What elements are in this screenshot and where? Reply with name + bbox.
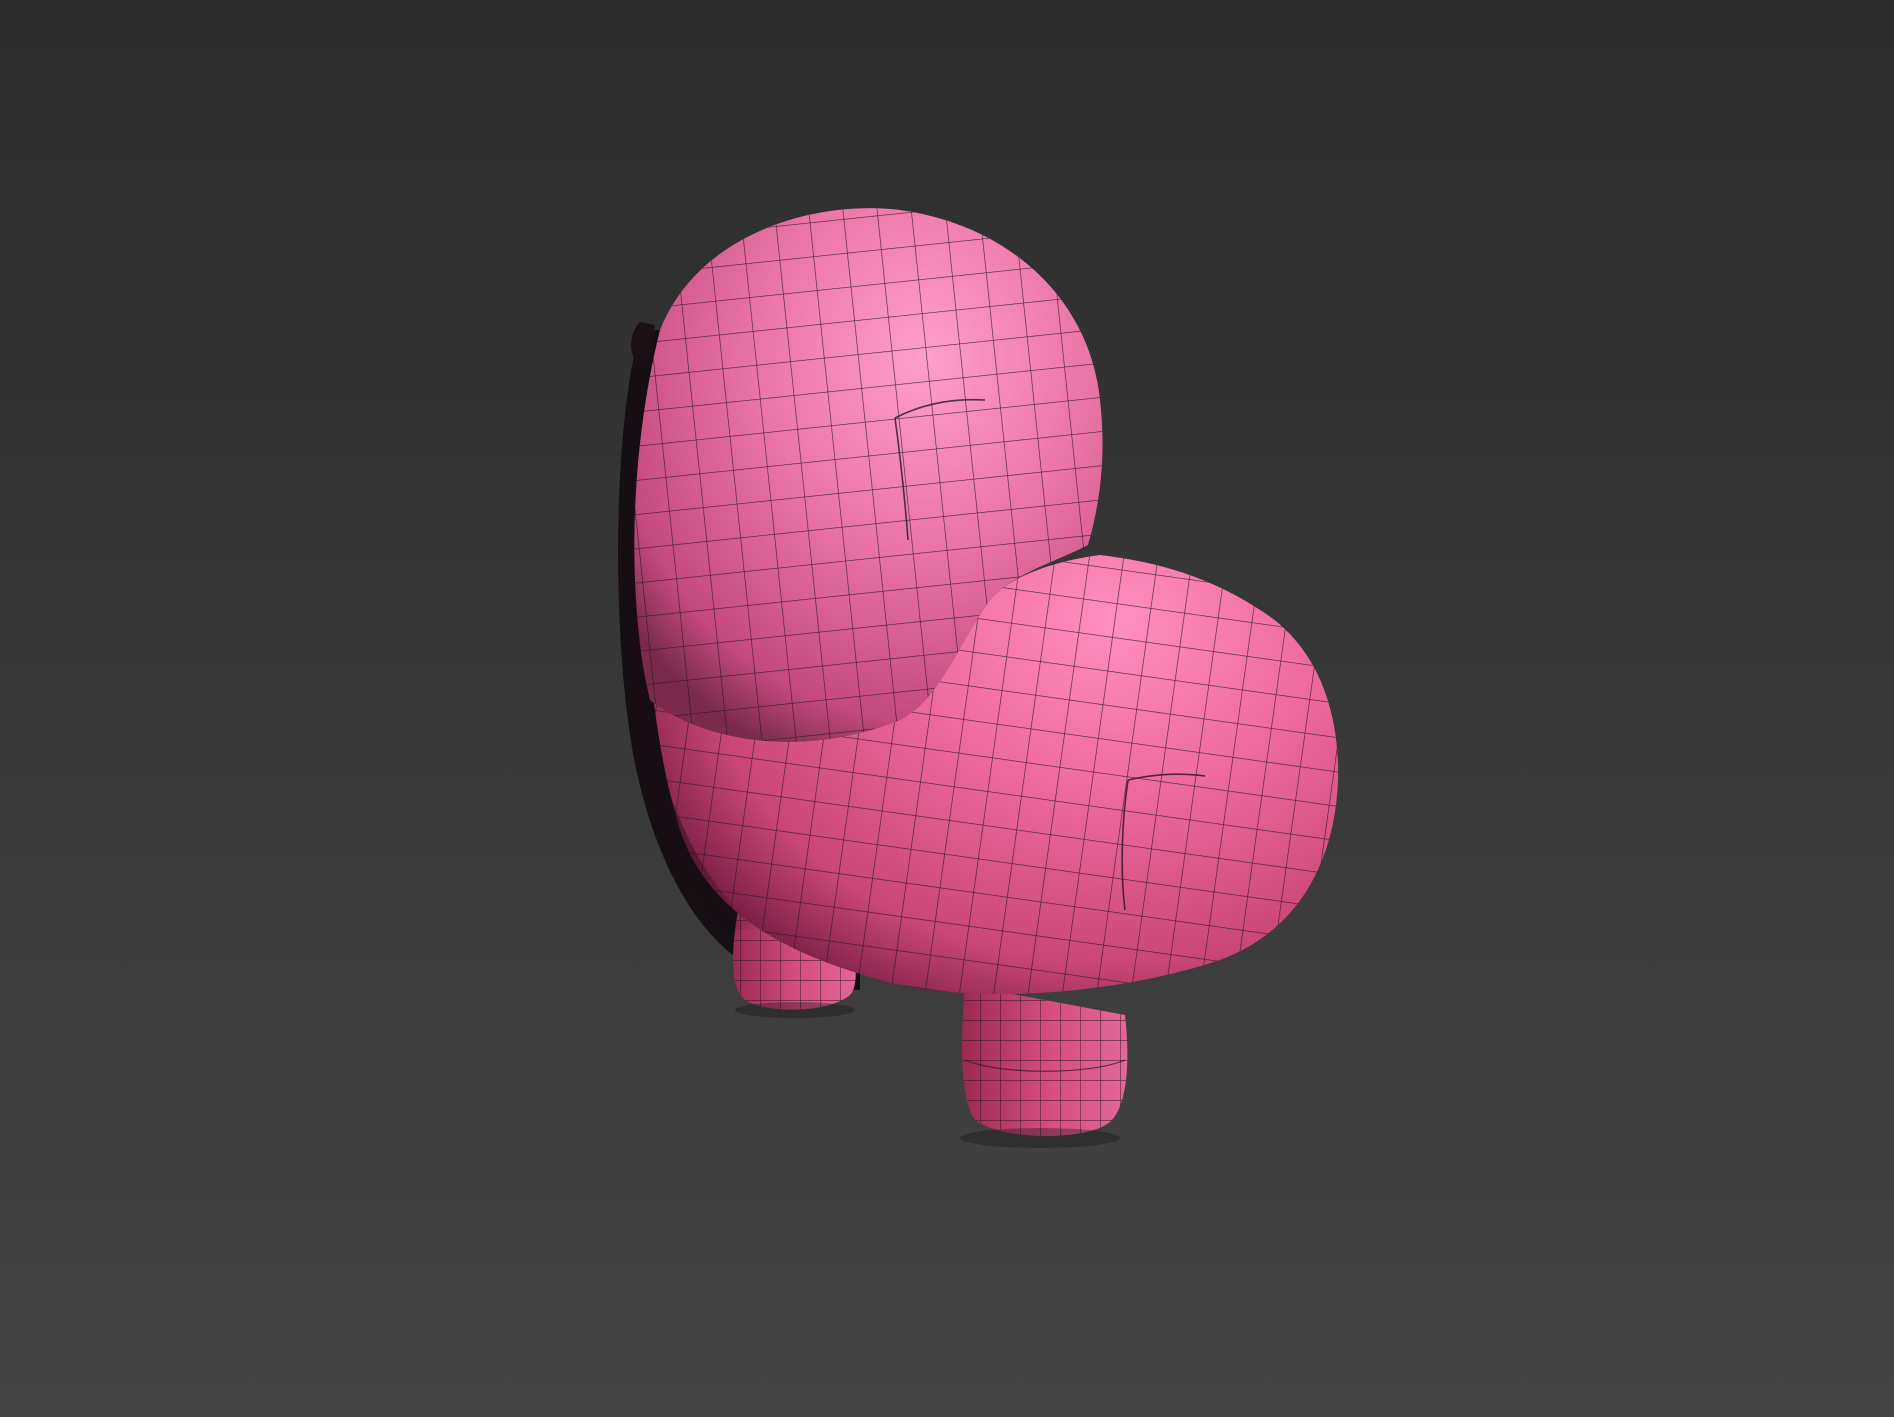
leg-back-shadow xyxy=(735,1002,855,1018)
leg-front-shadow xyxy=(960,1128,1120,1148)
pink-character-model[interactable] xyxy=(0,0,1894,1417)
3d-viewport[interactable] xyxy=(0,0,1894,1417)
